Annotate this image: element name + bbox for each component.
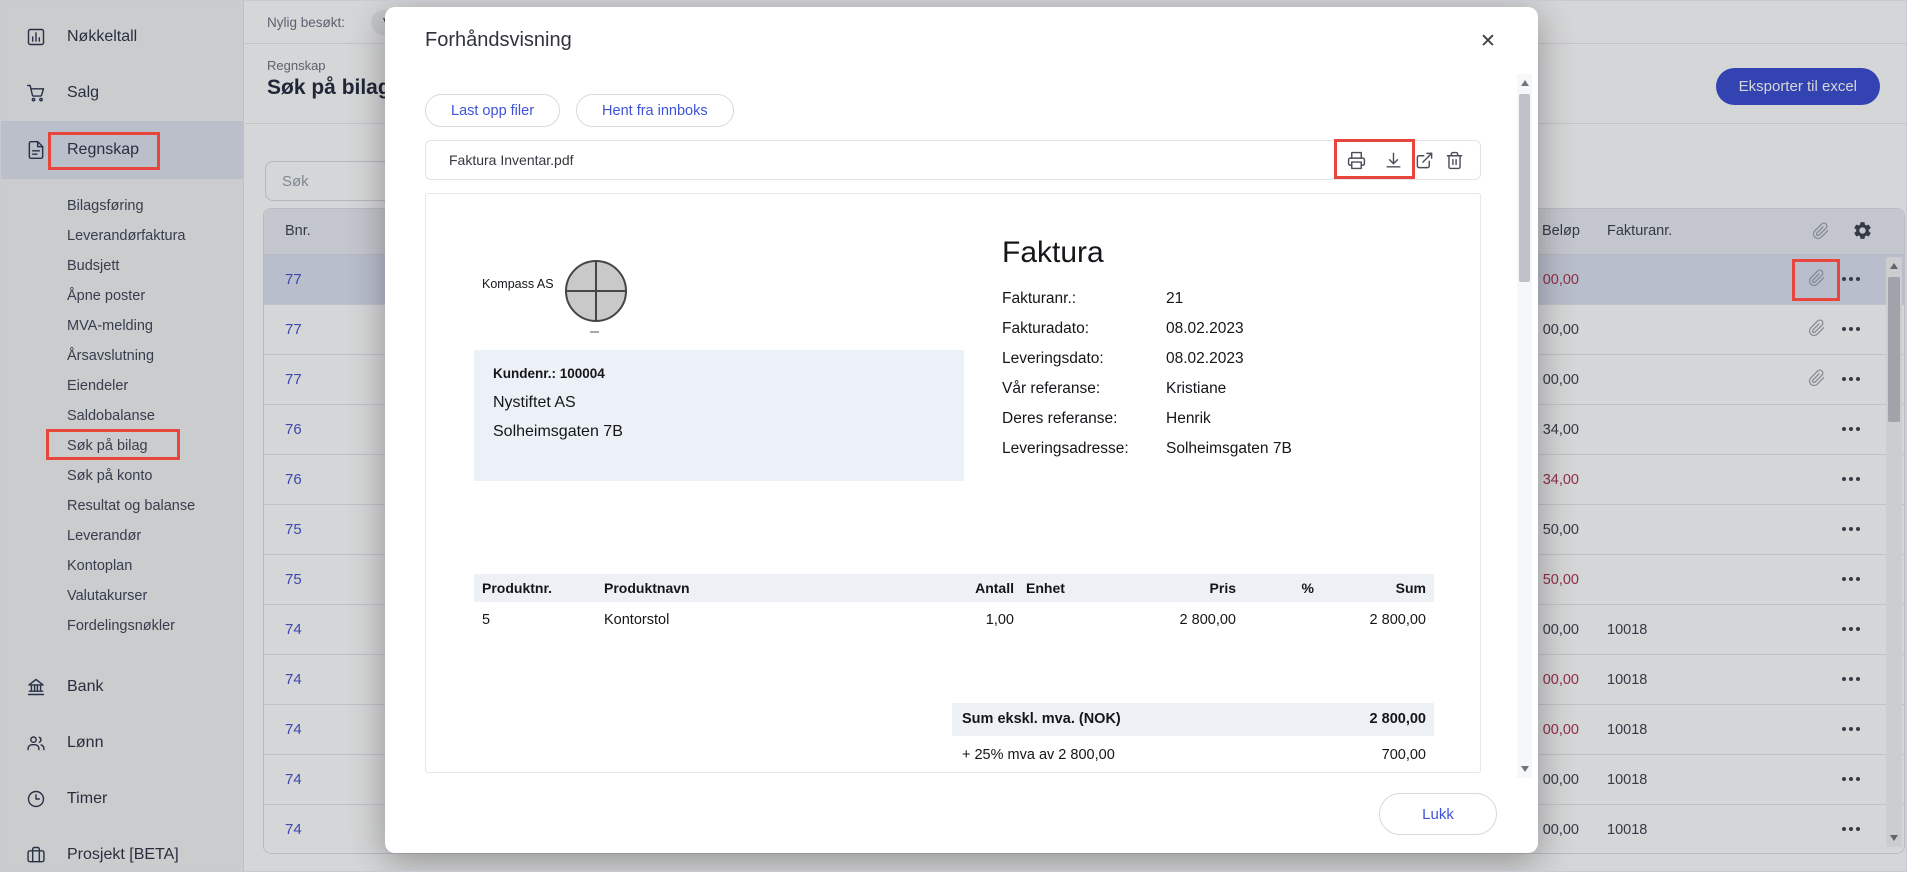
- detail-value: Kristiane: [1166, 374, 1226, 404]
- cell-produktnr: 5: [482, 602, 490, 638]
- detail-label: Vår referanse:: [1002, 374, 1166, 404]
- detail-value: 08.02.2023: [1166, 314, 1244, 344]
- summary-row-excl-vat: Sum ekskl. mva. (NOK) 2 800,00: [952, 703, 1434, 736]
- invoice-details: Fakturanr.:21 Fakturadato:08.02.2023 Lev…: [1002, 284, 1292, 464]
- invoice-customer-box: Kundenr.: 100004 Nystiftet AS Solheimsga…: [474, 350, 964, 481]
- cell-sum: 2 800,00: [1274, 602, 1426, 638]
- detail-value: Henrik: [1166, 404, 1211, 434]
- scroll-up-icon[interactable]: [1517, 76, 1532, 90]
- close-button[interactable]: Lukk: [1379, 793, 1497, 835]
- customer-address: Solheimsgaten 7B: [493, 423, 945, 441]
- summary-value: 2 800,00: [1370, 703, 1426, 736]
- detail-label: Fakturadato:: [1002, 314, 1166, 344]
- col-produktnavn: Produktnavn: [604, 574, 690, 602]
- fetch-from-inbox-button[interactable]: Hent fra innboks: [576, 94, 734, 127]
- invoice-summary: Sum ekskl. mva. (NOK) 2 800,00 + 25% mva…: [952, 703, 1434, 770]
- cell-antall: 1,00: [874, 602, 1014, 638]
- col-sum: Sum: [1274, 574, 1426, 602]
- modal-actions: Last opp filer Hent fra innboks: [425, 94, 734, 127]
- preview-modal: Forhåndsvisning ✕ Last opp filer Hent fr…: [385, 7, 1538, 853]
- invoice-table-header: Produktnr. Produktnavn Antall Enhet Pris…: [474, 574, 1434, 602]
- col-enhet: Enhet: [1026, 574, 1065, 602]
- scroll-down-icon[interactable]: [1517, 762, 1532, 776]
- upload-files-button[interactable]: Last opp filer: [425, 94, 560, 127]
- detail-label: Leveringsdato:: [1002, 344, 1166, 374]
- invoice-line-table: Produktnr. Produktnavn Antall Enhet Pris…: [474, 574, 1434, 638]
- company-logo: [565, 260, 627, 322]
- detail-label: Deres referanse:: [1002, 404, 1166, 434]
- detail-value: Solheimsgaten 7B: [1166, 434, 1292, 464]
- cell-pris: 2 800,00: [1084, 602, 1236, 638]
- print-icon[interactable]: [1347, 151, 1367, 171]
- invoice-preview: Kompass AS Faktura Fakturanr.:21 Faktura…: [425, 193, 1481, 773]
- modal-scrollbar[interactable]: [1517, 74, 1532, 778]
- col-antall: Antall: [874, 574, 1014, 602]
- summary-row-vat: + 25% mva av 2 800,00 700,00: [952, 740, 1434, 770]
- file-row: Faktura Inventar.pdf: [425, 140, 1481, 180]
- detail-value: 08.02.2023: [1166, 344, 1244, 374]
- cell-produktnavn: Kontorstol: [604, 602, 669, 638]
- logo-dash: [590, 331, 599, 333]
- col-produktnr: Produktnr.: [482, 574, 552, 602]
- invoice-table-row: 5 Kontorstol 1,00 2 800,00 2 800,00: [474, 602, 1434, 638]
- file-name: Faktura Inventar.pdf: [449, 141, 574, 179]
- customer-name: Nystiftet AS: [493, 394, 945, 412]
- col-pris: Pris: [1084, 574, 1236, 602]
- summary-value: 700,00: [1382, 740, 1426, 770]
- customer-number: Kundenr.: 100004: [493, 366, 945, 381]
- download-icon[interactable]: [1384, 151, 1404, 171]
- external-link-icon[interactable]: [1415, 151, 1435, 171]
- summary-label: Sum ekskl. mva. (NOK): [962, 703, 1121, 736]
- close-icon[interactable]: ✕: [1475, 29, 1501, 55]
- modal-title: Forhåndsvisning: [425, 29, 572, 52]
- trash-icon[interactable]: [1445, 151, 1465, 171]
- screen: Nøkkeltall Salg Regnskap Bilagsføring Le…: [0, 0, 1907, 872]
- detail-label: Leveringsadresse:: [1002, 434, 1166, 464]
- invoice-title: Faktura: [1002, 236, 1104, 270]
- scrollbar-thumb[interactable]: [1519, 94, 1530, 282]
- detail-value: 21: [1166, 284, 1183, 314]
- summary-label: + 25% mva av 2 800,00: [962, 740, 1115, 770]
- detail-label: Fakturanr.:: [1002, 284, 1166, 314]
- invoice-company-name: Kompass AS: [482, 277, 554, 291]
